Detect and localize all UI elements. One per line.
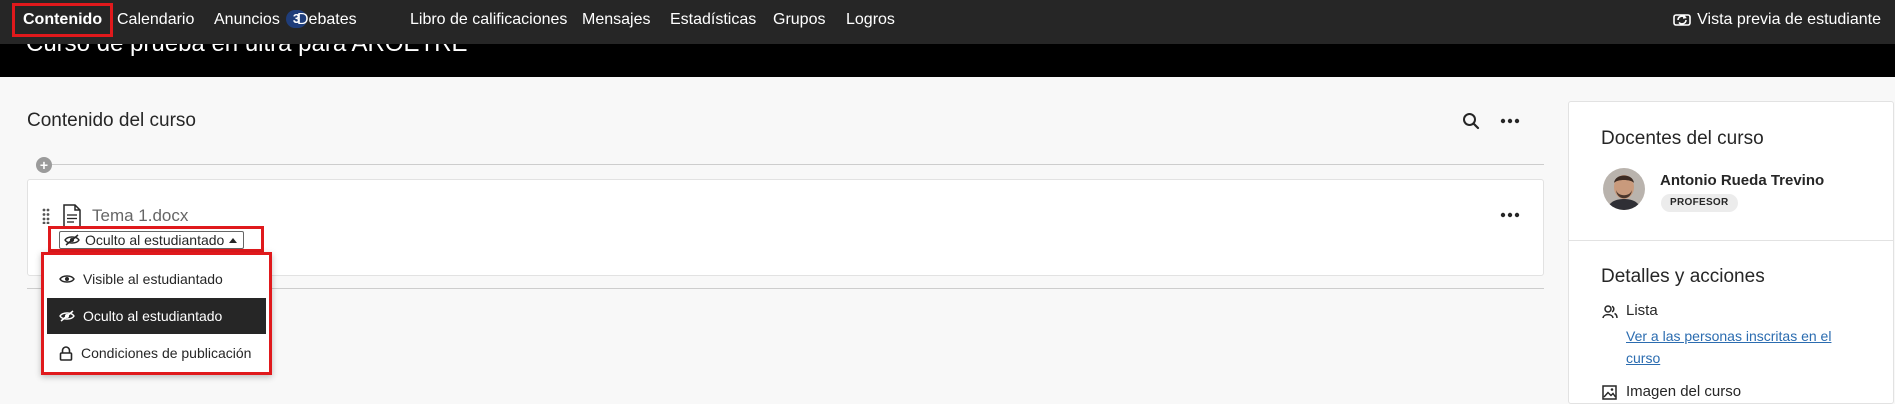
roster-label: Lista <box>1626 302 1658 319</box>
more-options-icon <box>1500 118 1520 124</box>
caret-up-icon <box>229 237 238 243</box>
course-image-icon <box>1602 385 1617 404</box>
option-release-conditions-label: Condiciones de publicación <box>81 345 252 361</box>
teacher-avatar[interactable] <box>1603 168 1645 210</box>
details-heading: Detalles y acciones <box>1601 266 1765 287</box>
content-item-title[interactable]: Tema 1.docx <box>92 206 188 226</box>
tab-debates[interactable]: Debates <box>297 0 357 40</box>
eye-slash-icon <box>59 310 75 322</box>
eye-icon <box>59 275 75 283</box>
course-content-more-button[interactable] <box>1497 108 1523 134</box>
section-title: Contenido del curso <box>27 110 196 131</box>
visibility-dropdown-menu: Visible al estudiantado Oculto al estudi… <box>41 252 272 375</box>
tab-estadisticas[interactable]: Estadísticas <box>670 0 756 40</box>
tab-mensajes[interactable]: Mensajes <box>582 0 650 40</box>
course-side-panel: Docentes del curso Antonio Rueda Trevino… <box>1568 101 1894 404</box>
teachers-heading: Docentes del curso <box>1601 128 1764 149</box>
visibility-select[interactable]: Oculto al estudiantado <box>59 231 245 249</box>
view-roster-link[interactable]: Ver a las personas inscritas en el curso <box>1626 325 1846 369</box>
course-banner: Curso de prueba en ultra para AROETRE <box>0 44 1895 77</box>
tab-libro-calificaciones[interactable]: Libro de calificaciones <box>410 0 567 40</box>
tab-grupos[interactable]: Grupos <box>773 0 825 40</box>
option-visible[interactable]: Visible al estudiantado <box>47 261 266 297</box>
tab-contenido[interactable]: Contenido <box>12 3 114 37</box>
search-icon <box>1463 113 1480 130</box>
add-content-divider <box>36 164 1544 165</box>
search-button[interactable] <box>1458 108 1484 134</box>
tab-calendario[interactable]: Calendario <box>117 0 194 40</box>
course-top-nav: Contenido Calendario Anuncios 3 Debates L… <box>0 0 1895 44</box>
option-visible-label: Visible al estudiantado <box>83 271 223 287</box>
eye-slash-icon <box>64 234 80 246</box>
lock-icon <box>59 345 73 361</box>
visibility-label: Oculto al estudiantado <box>85 232 225 248</box>
teacher-role-badge: PROFESOR <box>1661 194 1738 212</box>
content-item-more-button[interactable] <box>1497 202 1523 228</box>
add-content-button[interactable]: + <box>36 157 52 173</box>
option-hidden-label: Oculto al estudiantado <box>83 308 223 324</box>
teacher-name[interactable]: Antonio Rueda Trevino <box>1660 172 1824 189</box>
tab-logros[interactable]: Logros <box>846 0 895 40</box>
tab-anuncios[interactable]: Anuncios 3 <box>214 0 308 40</box>
course-image-label[interactable]: Imagen del curso <box>1626 383 1741 400</box>
student-preview-button[interactable]: Vista previa de estudiante <box>1673 0 1881 40</box>
student-preview-icon <box>1673 14 1691 26</box>
tab-anuncios-label: Anuncios <box>214 11 280 28</box>
roster-icon <box>1602 304 1618 324</box>
visibility-dropdown-button[interactable]: Oculto al estudiantado <box>48 226 264 252</box>
option-hidden[interactable]: Oculto al estudiantado <box>47 298 266 334</box>
student-preview-label: Vista previa de estudiante <box>1697 11 1881 28</box>
course-title: Curso de prueba en ultra para AROETRE <box>26 44 468 58</box>
option-release-conditions[interactable]: Condiciones de publicación <box>47 335 266 371</box>
more-options-icon <box>1500 212 1520 218</box>
side-panel-divider <box>1569 240 1893 241</box>
